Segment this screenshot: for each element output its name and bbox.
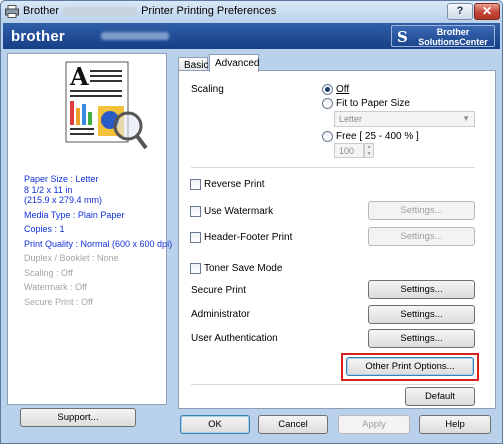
fit-paper-size-select[interactable]: Letter ▼ (334, 111, 475, 127)
help-button[interactable]: Help (419, 415, 491, 434)
summary-line: Paper Size : Letter (24, 174, 99, 184)
document-preview-icon: A (65, 61, 148, 150)
watermark-settings-button[interactable]: Settings... (368, 201, 475, 220)
divider (191, 384, 475, 385)
solutions-center-button[interactable]: S Brother SolutionsCenter (391, 25, 495, 47)
secure-print-label: Secure Print (191, 285, 247, 296)
scaling-label: Scaling (191, 84, 224, 95)
summary-line: Scaling : Off (24, 267, 73, 278)
toner-save-label[interactable]: Toner Save Mode (204, 263, 282, 274)
printer-icon (5, 5, 19, 18)
summary-line: Media Type : Plain Paper (24, 209, 125, 220)
reverse-print-checkbox[interactable] (190, 179, 201, 190)
solutions-center-icon: S (397, 28, 408, 46)
summary-line: (215.9 x 279.4 mm) (24, 195, 103, 205)
header-footer-label[interactable]: Header-Footer Print (204, 232, 292, 243)
svg-text:A: A (69, 62, 89, 91)
highlight-box (341, 353, 479, 381)
window-title-suffix: Printer Printing Preferences (141, 5, 277, 17)
scaling-off-radio[interactable] (322, 84, 333, 95)
dropdown-arrow-icon: ▼ (462, 114, 470, 123)
scaling-off-label[interactable]: Off (336, 84, 349, 95)
free-scaling-input[interactable]: 100 (334, 143, 364, 158)
redacted-model-name (63, 6, 138, 16)
window-title-prefix: Brother (23, 5, 60, 17)
ok-button[interactable]: OK (180, 415, 250, 434)
close-button[interactable]: ✕ (474, 3, 500, 20)
window-title: Brother Printer Printing Preferences (23, 5, 276, 17)
solutions-center-line-2: SolutionsCenter (418, 37, 488, 47)
summary-line: Secure Print : Off (24, 296, 93, 307)
preview-panel: A Paper Size : Letter 8 1/2 x 11 in (215… (7, 53, 172, 405)
free-scaling-label[interactable]: Free [ 25 - 400 % ] (336, 131, 419, 142)
reverse-print-label[interactable]: Reverse Print (204, 179, 265, 190)
administrator-label: Administrator (191, 309, 250, 320)
header-footer-settings-button[interactable]: Settings... (368, 227, 475, 246)
toner-save-checkbox[interactable] (190, 263, 201, 274)
settings-summary: Paper Size : Letter 8 1/2 x 11 in (215.9… (24, 174, 174, 307)
use-watermark-checkbox[interactable] (190, 206, 201, 217)
title-bar: Brother Printer Printing Preferences ? ✕ (1, 1, 502, 23)
help-title-button[interactable]: ? (447, 3, 473, 20)
summary-line: Print Quality : Normal (600 x 600 dpi) (24, 238, 173, 249)
summary-line: Duplex / Booklet : None (24, 253, 119, 263)
default-button[interactable]: Default (405, 387, 475, 406)
user-authentication-settings-button[interactable]: Settings... (368, 329, 475, 348)
printing-preferences-window: Brother Printer Printing Preferences ? ✕ … (0, 0, 503, 444)
solutions-center-line-1: Brother (436, 27, 470, 37)
administrator-settings-button[interactable]: Settings... (368, 305, 475, 324)
secure-print-settings-button[interactable]: Settings... (368, 280, 475, 299)
summary-line: Copies : 1 (24, 224, 65, 234)
redacted-printer-model (101, 32, 169, 40)
fit-to-paper-radio[interactable] (322, 98, 333, 109)
divider (191, 167, 475, 168)
fit-paper-size-value: Letter (339, 114, 363, 124)
solutions-center-label: Brother SolutionsCenter (414, 27, 492, 47)
apply-button[interactable]: Apply (338, 415, 410, 434)
cancel-button[interactable]: Cancel (258, 415, 328, 434)
tab-advanced[interactable]: Advanced (209, 54, 259, 72)
brand-header: brother S Brother SolutionsCenter (3, 23, 500, 49)
free-scaling-radio[interactable] (322, 131, 333, 142)
summary-line: Watermark : Off (24, 282, 88, 292)
spin-up-down-icon[interactable]: ▲ ▼ (364, 143, 374, 158)
header-footer-checkbox[interactable] (190, 232, 201, 243)
fit-to-paper-label[interactable]: Fit to Paper Size (336, 98, 410, 109)
use-watermark-label[interactable]: Use Watermark (204, 206, 273, 217)
summary-line: 8 1/2 x 11 in (24, 184, 73, 195)
support-button[interactable]: Support... (20, 408, 136, 427)
brother-logo: brother (11, 28, 65, 45)
user-authentication-label: User Authentication (191, 333, 278, 344)
